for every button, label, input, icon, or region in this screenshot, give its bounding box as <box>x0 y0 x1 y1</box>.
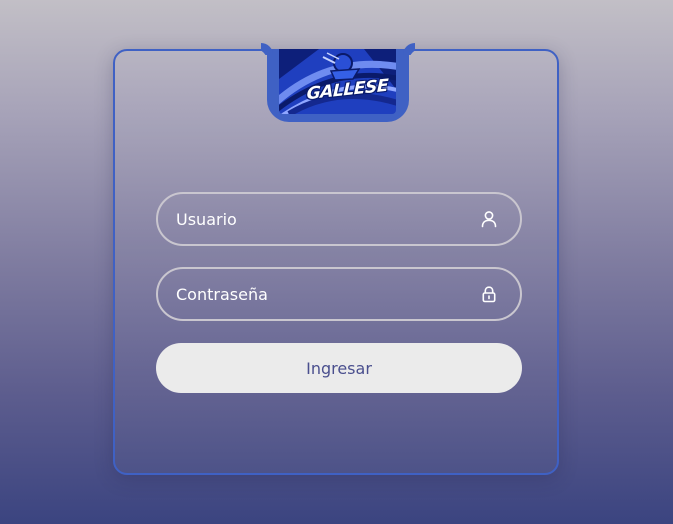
brand-logo: GALLESE <box>279 49 396 114</box>
username-field[interactable] <box>156 192 522 246</box>
password-field[interactable] <box>156 267 522 321</box>
logo-tab: GALLESE <box>267 49 409 122</box>
password-input[interactable] <box>176 269 456 319</box>
user-icon <box>480 210 498 228</box>
username-input[interactable] <box>176 194 456 244</box>
lock-icon <box>480 285 498 303</box>
login-button[interactable]: Ingresar <box>156 343 522 393</box>
login-card: GALLESE Ingresar <box>113 49 559 475</box>
